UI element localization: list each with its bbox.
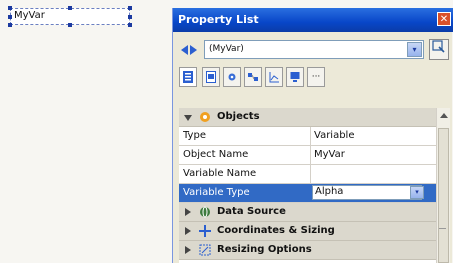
select-object-icon[interactable] <box>429 39 449 60</box>
section-data-source[interactable]: Data Source <box>179 203 436 222</box>
chart-icon <box>269 72 279 83</box>
section-label: Resizing Options <box>217 244 312 255</box>
close-icon[interactable]: ✕ <box>437 12 451 26</box>
more-icon[interactable]: ··· <box>307 67 325 87</box>
tab-gear[interactable] <box>223 67 241 87</box>
property-value: Variable <box>314 130 355 141</box>
list-icon <box>183 71 193 83</box>
navigation-arrows[interactable] <box>179 42 203 58</box>
selected-variable-widget[interactable]: MyVar <box>8 6 132 27</box>
resize-handle[interactable] <box>8 23 12 27</box>
resizing-icon <box>199 244 211 256</box>
monitor-icon <box>290 72 300 82</box>
expand-arrow-icon[interactable] <box>185 208 191 216</box>
property-list-panel: Property List ✕ (MyVar) ▾ ··· Objects Ty… <box>172 8 453 263</box>
property-value[interactable]: MyVar <box>314 149 345 160</box>
next-arrow-icon[interactable] <box>190 45 197 55</box>
object-selector-value: (MyVar) <box>209 44 244 54</box>
resize-handle[interactable] <box>68 23 72 27</box>
tab-chart[interactable] <box>265 67 283 87</box>
section-label: Coordinates & Sizing <box>217 225 335 236</box>
section-label: Data Source <box>217 206 286 217</box>
section-objects[interactable]: Objects <box>179 108 436 127</box>
property-row-variable-type[interactable]: Variable Type Alpha ▾ <box>179 184 436 203</box>
chevron-down-icon[interactable]: ▾ <box>410 186 424 199</box>
resize-handle[interactable] <box>8 6 12 10</box>
gear-icon <box>228 73 236 81</box>
property-name: Type <box>183 130 206 141</box>
collapse-arrow-icon[interactable] <box>184 115 192 121</box>
events-icon <box>248 73 258 81</box>
previous-arrow-icon[interactable] <box>181 45 188 55</box>
resize-handle[interactable] <box>128 6 132 10</box>
object-selector-row: (MyVar) ▾ <box>179 39 449 61</box>
property-name: Variable Name <box>183 168 257 179</box>
column-divider <box>310 146 311 164</box>
tab-events[interactable] <box>244 67 262 87</box>
property-grid: Objects Type Variable Object Name MyVar … <box>179 108 436 263</box>
scroll-up-icon[interactable] <box>440 113 448 118</box>
property-name: Object Name <box>183 149 249 160</box>
section-resizing-options[interactable]: Resizing Options <box>179 241 436 260</box>
resize-handle[interactable] <box>68 6 72 10</box>
resize-handle[interactable] <box>128 23 132 27</box>
column-divider <box>310 165 311 183</box>
objects-icon <box>200 112 210 122</box>
tab-monitor[interactable] <box>286 67 304 87</box>
widget-label: MyVar <box>14 10 45 21</box>
vertical-scrollbar[interactable] <box>436 108 450 263</box>
data-source-icon <box>200 206 210 218</box>
property-name: Variable Type <box>183 187 250 198</box>
property-tabs: ··· <box>179 67 449 91</box>
property-row-object-name[interactable]: Object Name MyVar <box>179 146 436 165</box>
property-row-type[interactable]: Type Variable <box>179 127 436 146</box>
chevron-down-icon[interactable]: ▾ <box>407 42 422 57</box>
expand-arrow-icon[interactable] <box>185 227 191 235</box>
tab-form[interactable] <box>202 67 220 87</box>
coordinates-icon <box>199 225 211 237</box>
column-divider <box>310 127 311 145</box>
resize-handle[interactable] <box>8 15 12 19</box>
form-icon <box>206 71 216 83</box>
section-coordinates-sizing[interactable]: Coordinates & Sizing <box>179 222 436 241</box>
object-selector-dropdown[interactable]: (MyVar) ▾ <box>204 40 424 59</box>
title-bar[interactable]: Property List ✕ <box>173 8 453 32</box>
tab-list[interactable] <box>179 67 197 87</box>
expand-arrow-icon[interactable] <box>185 246 191 254</box>
scrollbar-thumb[interactable] <box>438 128 449 263</box>
section-label: Objects <box>217 111 260 122</box>
variable-type-select[interactable]: Alpha <box>312 185 422 200</box>
scrollbar-grip <box>439 228 446 229</box>
resize-handle[interactable] <box>128 15 132 19</box>
panel-title: Property List <box>178 13 259 26</box>
property-row-variable-name[interactable]: Variable Name <box>179 165 436 184</box>
